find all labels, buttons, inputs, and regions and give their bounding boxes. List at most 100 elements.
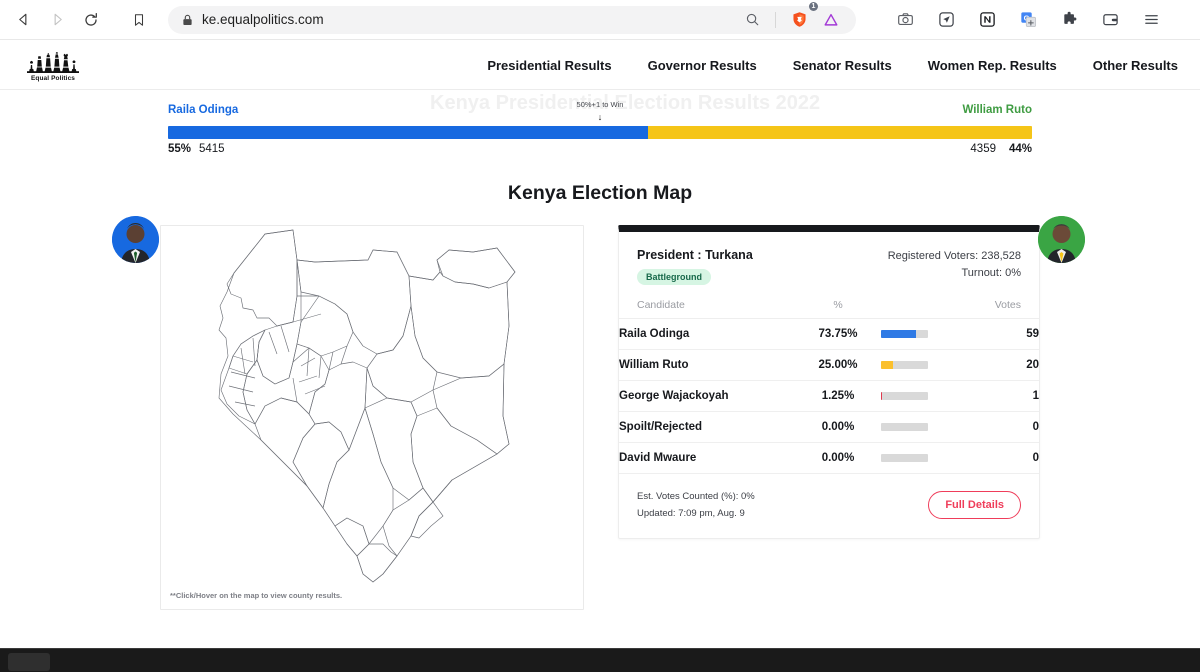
threshold-arrow-icon: ↓	[597, 112, 603, 122]
cell-percent: 0.00%	[795, 442, 881, 474]
tally-progress-bar	[168, 126, 1032, 139]
tally-bar-segment-left	[168, 126, 649, 139]
table-row: Spoilt/Rejected 0.00% 0	[619, 411, 1039, 443]
county-results-card: President : Turkana Battleground Registe…	[618, 225, 1040, 539]
brave-triangle-icon[interactable]	[816, 5, 846, 35]
majority-threshold-marker: 50%+1 to Win ↓	[577, 94, 624, 122]
tally-names: Raila Odinga William Ruto 50%+1 to Win ↓	[168, 100, 1032, 122]
cell-candidate: Spoilt/Rejected	[619, 411, 795, 443]
cell-bar	[881, 442, 959, 474]
nav-item-women-rep-results[interactable]: Women Rep. Results	[928, 58, 1057, 73]
map-hint-text: **Click/Hover on the map to view county …	[170, 591, 343, 600]
shield-block-count: 1	[809, 1, 818, 11]
nav-item-presidential-results[interactable]: Presidential Results	[487, 58, 611, 73]
cell-votes: 59	[959, 318, 1039, 350]
bottom-taskbar	[0, 648, 1200, 672]
results-table-body: Raila Odinga 73.75% 59 William Ruto 25.00% 20…	[619, 318, 1039, 474]
nav-item-senator-results[interactable]: Senator Results	[793, 58, 892, 73]
cell-bar	[881, 318, 959, 350]
back-arrow-icon[interactable]	[8, 5, 38, 35]
cell-candidate: George Wajackoyah	[619, 380, 795, 412]
cell-bar	[881, 380, 959, 412]
send-paper-plane-icon[interactable]	[931, 5, 961, 35]
vote-share-bar	[881, 330, 928, 338]
bookmark-icon[interactable]	[124, 5, 154, 35]
cell-candidate: Raila Odinga	[619, 318, 795, 350]
vote-share-bar	[881, 423, 928, 431]
forward-arrow-icon[interactable]	[42, 5, 72, 35]
browser-nav-buttons	[0, 5, 106, 35]
table-row: William Ruto 25.00% 20	[619, 349, 1039, 381]
brave-shield-icon[interactable]: 1	[784, 1, 818, 35]
cell-candidate: David Mwaure	[619, 442, 795, 474]
browser-toolbar: ke.equalpolitics.com 1 G	[0, 0, 1200, 40]
est-votes-counted: Est. Votes Counted (%): 0%	[637, 491, 755, 502]
tally-bar-segment-right	[648, 126, 1032, 139]
screenshot-camera-icon[interactable]	[890, 5, 920, 35]
col-votes: Votes	[959, 295, 1039, 319]
extension-icons: G	[890, 5, 1174, 35]
card-footer: Est. Votes Counted (%): 0% Updated: 7:09…	[619, 474, 1039, 538]
vote-share-bar	[881, 392, 928, 400]
taskbar-item[interactable]	[8, 653, 50, 671]
tally-votes-right: 4359	[970, 143, 996, 155]
page-title: Kenya Election Map	[507, 182, 693, 204]
notion-icon[interactable]	[972, 5, 1002, 35]
vote-share-bar	[881, 454, 928, 462]
col-bar	[881, 295, 959, 319]
site-logo[interactable]: Equal Politics	[24, 48, 82, 82]
cell-bar	[881, 411, 959, 443]
reload-icon[interactable]	[76, 5, 106, 35]
site-logo-label: Equal Politics	[30, 74, 76, 82]
registered-voters: Registered Voters: 238,528	[887, 250, 1021, 262]
puzzle-extensions-icon[interactable]	[1054, 5, 1084, 35]
tally-name-right: William Ruto	[962, 104, 1032, 116]
site-header: Equal Politics Kenya Presidential Electi…	[0, 40, 1200, 114]
updated-timestamp: Updated: 7:09 pm, Aug. 9	[637, 508, 745, 519]
address-bar-actions: 1	[737, 1, 848, 35]
tally-bar-area: Raila Odinga William Ruto 50%+1 to Win ↓…	[168, 100, 1032, 162]
table-row: David Mwaure 0.00% 0	[619, 442, 1039, 474]
content-row: **Click/Hover on the map to view county …	[0, 225, 1200, 610]
wallet-icon[interactable]	[1095, 5, 1125, 35]
national-tally: Raila Odinga William Ruto 50%+1 to Win ↓…	[0, 90, 1200, 263]
cell-votes: 1	[959, 380, 1039, 412]
race-title: President : Turkana	[637, 248, 753, 262]
majority-threshold-label: 50%+1 to Win	[576, 100, 624, 109]
search-zoom-icon[interactable]	[737, 5, 767, 35]
kenya-county-map-panel[interactable]: **Click/Hover on the map to view county …	[160, 225, 584, 610]
lock-icon	[182, 14, 193, 26]
col-percent: %	[795, 295, 881, 319]
cell-percent: 73.75%	[795, 318, 881, 350]
cell-votes: 0	[959, 411, 1039, 443]
cell-votes: 0	[959, 442, 1039, 474]
status-badge: Battleground	[637, 269, 711, 285]
tally-percent-left: 55%	[168, 143, 192, 155]
table-header-row: Candidate % Votes	[619, 295, 1039, 319]
tally-votes-left: 5415	[199, 143, 225, 155]
table-row: Raila Odinga 73.75% 59	[619, 318, 1039, 350]
cell-bar	[881, 349, 959, 381]
col-candidate: Candidate	[619, 295, 795, 319]
turnout: Turnout: 0%	[961, 267, 1021, 279]
nav-item-governor-results[interactable]: Governor Results	[648, 58, 757, 73]
nav-item-other-results[interactable]: Other Results	[1093, 58, 1178, 73]
chess-pieces-logo-icon	[27, 51, 79, 73]
full-details-button[interactable]: Full Details	[928, 491, 1021, 519]
url-text: ke.equalpolitics.com	[202, 12, 324, 27]
cell-percent: 1.25%	[795, 380, 881, 412]
vote-share-bar	[881, 361, 928, 369]
table-row: George Wajackoyah 1.25% 1	[619, 380, 1039, 412]
avatar-william-ruto[interactable]	[1038, 216, 1085, 263]
cell-percent: 25.00%	[795, 349, 881, 381]
avatar-raila-odinga[interactable]	[112, 216, 159, 263]
cell-votes: 20	[959, 349, 1039, 381]
address-bar[interactable]: ke.equalpolitics.com 1	[168, 1, 856, 35]
cell-candidate: William Ruto	[619, 349, 795, 381]
card-header: President : Turkana Battleground Registe…	[619, 232, 1039, 295]
tally-percent-right: 44%	[1008, 143, 1032, 155]
hamburger-menu-icon[interactable]	[1136, 5, 1166, 35]
google-translate-icon[interactable]: G	[1013, 5, 1043, 35]
main-nav: Presidential Results Governor Results Se…	[487, 40, 1178, 90]
kenya-map-svg	[218, 229, 516, 583]
